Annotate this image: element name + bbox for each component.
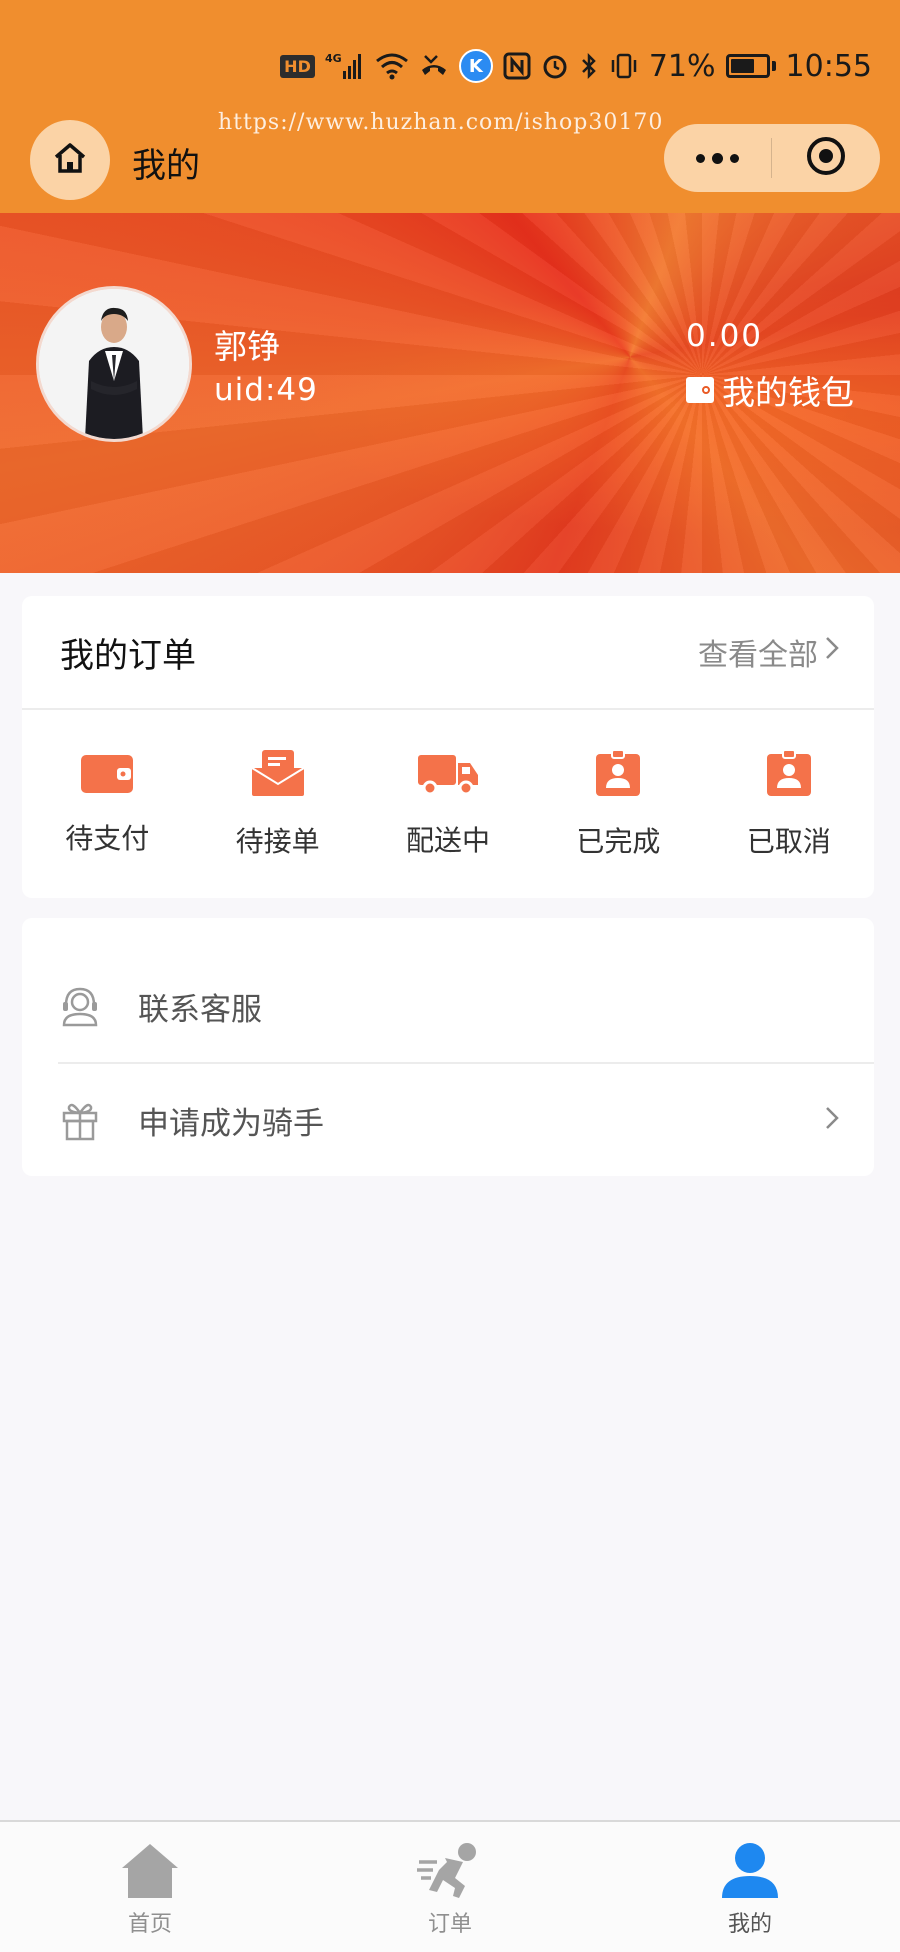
bluetooth-icon [579,52,599,80]
wallet-balance: 0.00 [686,318,764,354]
order-status-label: 待接单 [235,825,320,858]
tab-label: 我的 [727,1912,772,1937]
tab-my[interactable]: 我的 [600,1822,900,1952]
customer-service-icon [58,985,102,1027]
page-title: 我的 [132,146,200,186]
my-wallet-label: 我的钱包 [722,373,854,412]
avatar[interactable] [36,286,192,442]
status-bar: HD 4G K 71% 10:55 [0,44,900,88]
more-button[interactable] [664,124,771,192]
order-status-row: 待支付 待接单 配送中 已完成 已取消 [22,710,874,898]
watermark-text: https://www.huzhan.com/ishop30170 [218,110,664,135]
home-icon [118,1840,182,1904]
close-mini-program-button[interactable] [772,124,880,192]
order-status-label: 待支付 [65,822,150,855]
runner-icon [415,1840,485,1904]
wifi-icon [375,52,409,80]
inbox-icon [250,748,306,802]
chevron-right-icon [824,634,840,670]
battery-percent: 71% [648,48,716,84]
order-status-pending-payment[interactable]: 待支付 [22,751,192,857]
gift-icon [58,1099,102,1141]
signal-icon: 4G [325,51,365,81]
tab-home[interactable]: 首页 [0,1822,300,1952]
order-status-label: 已完成 [576,825,661,858]
target-icon [805,135,847,181]
clock-time: 10:55 [785,48,872,84]
user-uid: uid:49 [214,372,318,408]
bottom-tab-bar: 首页 订单 我的 [0,1820,900,1952]
order-status-delivering[interactable]: 配送中 [363,749,533,859]
user-icon [718,1840,782,1904]
nfc-icon [503,52,531,80]
badge-user-icon [765,748,813,802]
alarm-icon [541,52,569,80]
tab-label: 首页 [127,1912,172,1937]
order-status-label: 已取消 [746,825,831,858]
chevron-right-icon [824,1105,840,1135]
user-name: 郭铮 [214,327,280,366]
orders-title: 我的订单 [60,635,196,676]
home-icon [50,138,90,182]
tab-label: 订单 [427,1912,472,1937]
mini-program-capsule [664,124,880,192]
wallet-icon [686,377,714,403]
view-all-label: 查看全部 [698,638,818,673]
svg-text:4G: 4G [325,52,342,65]
menu-item-label: 申请成为骑手 [138,1105,324,1142]
order-status-awaiting-acceptance[interactable]: 待接单 [192,748,362,860]
order-status-cancelled[interactable]: 已取消 [704,748,874,860]
hd-badge: HD [280,54,315,78]
menu-item-contact-support[interactable]: 联系客服 [58,950,840,1062]
home-button[interactable] [30,120,110,200]
wallet-icon [79,751,135,799]
vibrate-icon [609,52,639,80]
my-wallet-link[interactable]: 我的钱包 [686,366,854,414]
order-status-label: 配送中 [406,824,491,857]
orders-header: 我的订单 查看全部 [22,596,874,710]
top-header: HD 4G K 71% 10:55 https://www.huzhan.com… [0,0,900,213]
menu-item-label: 联系客服 [138,991,262,1028]
order-status-completed[interactable]: 已完成 [533,748,703,860]
k-app-icon: K [458,49,493,83]
truck-icon [416,749,480,801]
my-orders-card: 我的订单 查看全部 待支付 待接单 配送中 已完成 已取消 [22,596,874,898]
service-menu-card: 联系客服 申请成为骑手 [22,918,874,1176]
battery-icon [725,54,776,78]
menu-item-apply-rider[interactable]: 申请成为骑手 [58,1064,840,1176]
missed-call-icon [419,52,449,80]
tab-orders[interactable]: 订单 [300,1822,600,1952]
badge-user-icon [594,748,642,802]
view-all-orders-link[interactable]: 查看全部 [698,630,840,674]
